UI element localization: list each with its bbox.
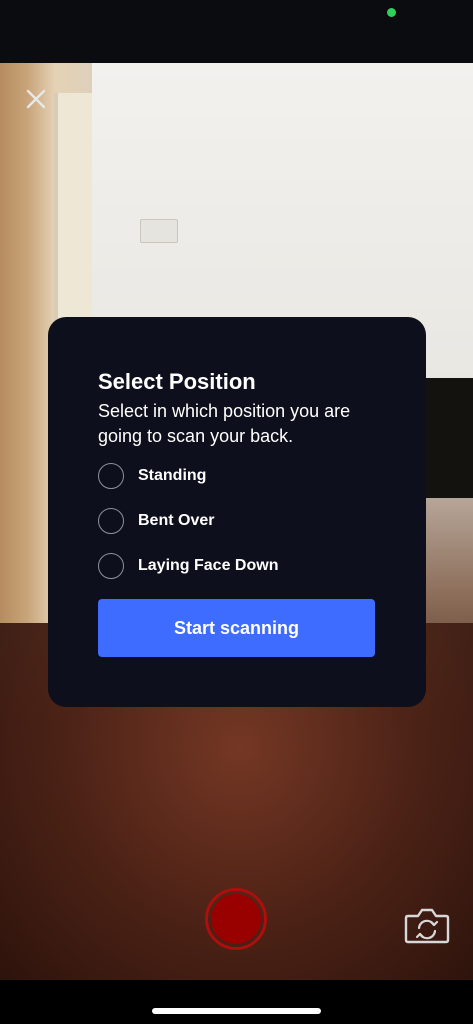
record-button[interactable] <box>205 888 267 950</box>
option-laying-face-down[interactable]: Laying Face Down <box>98 553 278 579</box>
flip-camera-button[interactable] <box>404 906 450 944</box>
flip-camera-icon <box>404 908 450 944</box>
radio-button[interactable] <box>98 553 124 579</box>
background-furniture <box>425 378 473 498</box>
radio-button[interactable] <box>98 508 124 534</box>
radio-button[interactable] <box>98 463 124 489</box>
option-label: Standing <box>138 467 207 484</box>
start-scanning-button[interactable]: Start scanning <box>98 599 375 657</box>
status-bar <box>0 0 473 63</box>
background-light-switch <box>140 219 178 243</box>
dialog-title: Select Position <box>98 369 256 394</box>
select-position-dialog: Select Position Select in which position… <box>48 317 426 707</box>
option-standing[interactable]: Standing <box>98 463 206 489</box>
dialog-description: Select in which position you are going t… <box>98 401 351 446</box>
option-label: Bent Over <box>138 512 215 529</box>
close-button[interactable] <box>22 85 50 113</box>
camera-in-use-indicator <box>387 8 396 17</box>
close-icon <box>26 89 46 109</box>
bottom-bar <box>0 980 473 1024</box>
home-indicator[interactable] <box>152 1008 321 1014</box>
option-bent-over[interactable]: Bent Over <box>98 508 214 534</box>
option-label: Laying Face Down <box>138 557 279 574</box>
record-icon <box>211 894 261 944</box>
